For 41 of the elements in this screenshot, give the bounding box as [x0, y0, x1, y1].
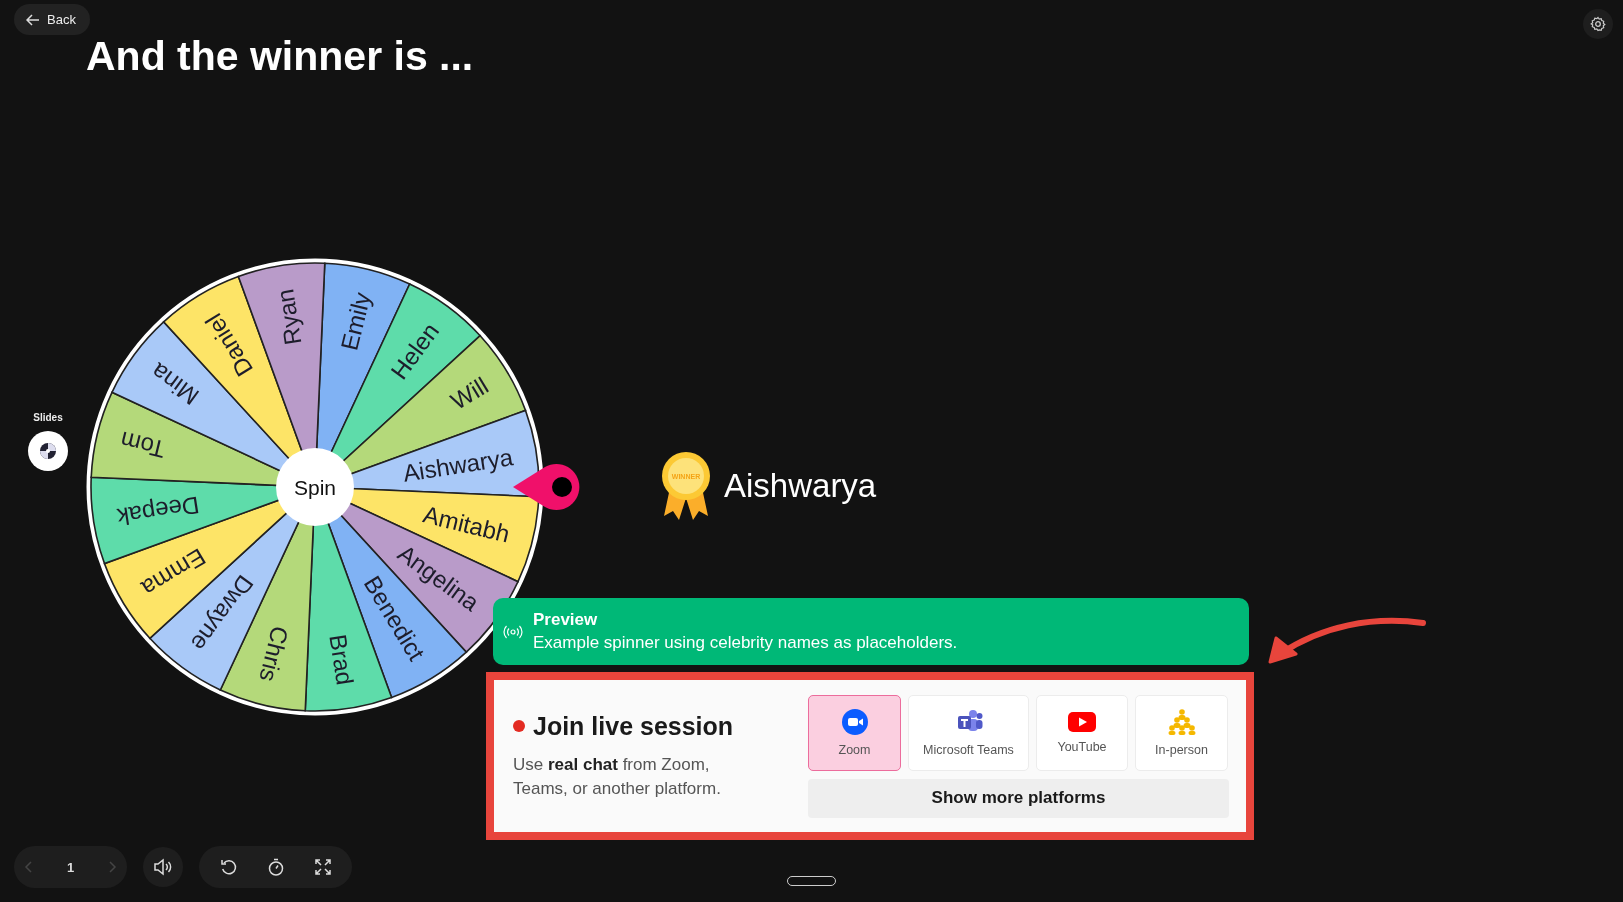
slides-label: Slides	[33, 412, 63, 423]
spin-button[interactable]: Spin	[276, 448, 354, 526]
people-group-icon	[1167, 708, 1196, 735]
platform-button[interactable]: YouTube	[1036, 694, 1128, 771]
segment-label: Tom	[117, 426, 168, 464]
slide-title: And the winner is ...	[86, 32, 474, 80]
platform-button[interactable]: Microsoft Teams	[908, 694, 1029, 771]
platform-button[interactable]: Zoom	[808, 694, 901, 771]
broadcast-icon	[503, 624, 523, 639]
segment-label: Chris	[254, 623, 294, 685]
settings-icon	[1590, 15, 1606, 32]
preview-message: Example spinner using celebrity names as placeholders.	[533, 633, 958, 653]
session-title: Join live session	[533, 711, 734, 741]
settings-button[interactable]	[1583, 8, 1613, 39]
stopwatch-icon	[266, 858, 285, 876]
speaker-icon	[153, 858, 173, 876]
segment-label: Brad	[324, 632, 359, 687]
undo-icon	[219, 858, 238, 876]
pointer-icon	[513, 464, 580, 510]
segment-label: Will	[445, 371, 493, 415]
session-description: Use real chat from Zoom, Teams, or another platform.	[513, 753, 722, 800]
preview-title: Preview	[533, 610, 599, 630]
arrow-left-icon	[26, 13, 40, 26]
segment-label: Ryan	[271, 287, 307, 347]
expand-icon	[313, 858, 332, 876]
segment-label: Deepak	[115, 491, 202, 531]
segment-label: Aishwarya	[401, 443, 515, 487]
live-indicator-icon	[513, 720, 525, 732]
back-button[interactable]: Back	[14, 4, 90, 35]
platform-button[interactable]: In-person	[1135, 694, 1228, 771]
winner-name: Aishwarya	[724, 467, 877, 505]
page-number: 1	[66, 859, 75, 875]
play-button-icon	[1068, 711, 1096, 732]
show-more-button[interactable]: Show more platforms	[808, 778, 1229, 818]
segment-label: Amitabh	[420, 500, 513, 548]
video-camera-icon	[841, 708, 868, 735]
wheel-icon	[39, 442, 57, 460]
segment-label: Emily	[335, 289, 376, 353]
slide-thumbnail[interactable]	[28, 431, 68, 471]
medal-icon	[662, 452, 710, 520]
sound-button[interactable]	[143, 847, 183, 887]
